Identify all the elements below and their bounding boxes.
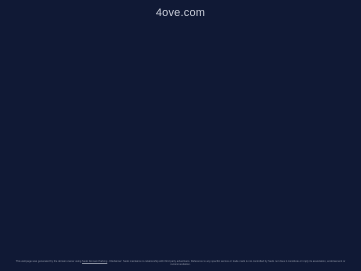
domain-title: 4ove.com bbox=[155, 7, 206, 19]
footer-text-after-link: . Disclaimer: Sedo maintains no relation… bbox=[108, 260, 346, 267]
footer-text-before-link: This webpage was generated by the domain… bbox=[15, 260, 82, 263]
sedo-parking-link[interactable]: Sedo Domain Parking bbox=[82, 260, 107, 263]
parked-domain-page: 4ove.com This webpage was generated by t… bbox=[0, 0, 361, 271]
footer-disclaimer: This webpage was generated by the domain… bbox=[14, 260, 347, 267]
